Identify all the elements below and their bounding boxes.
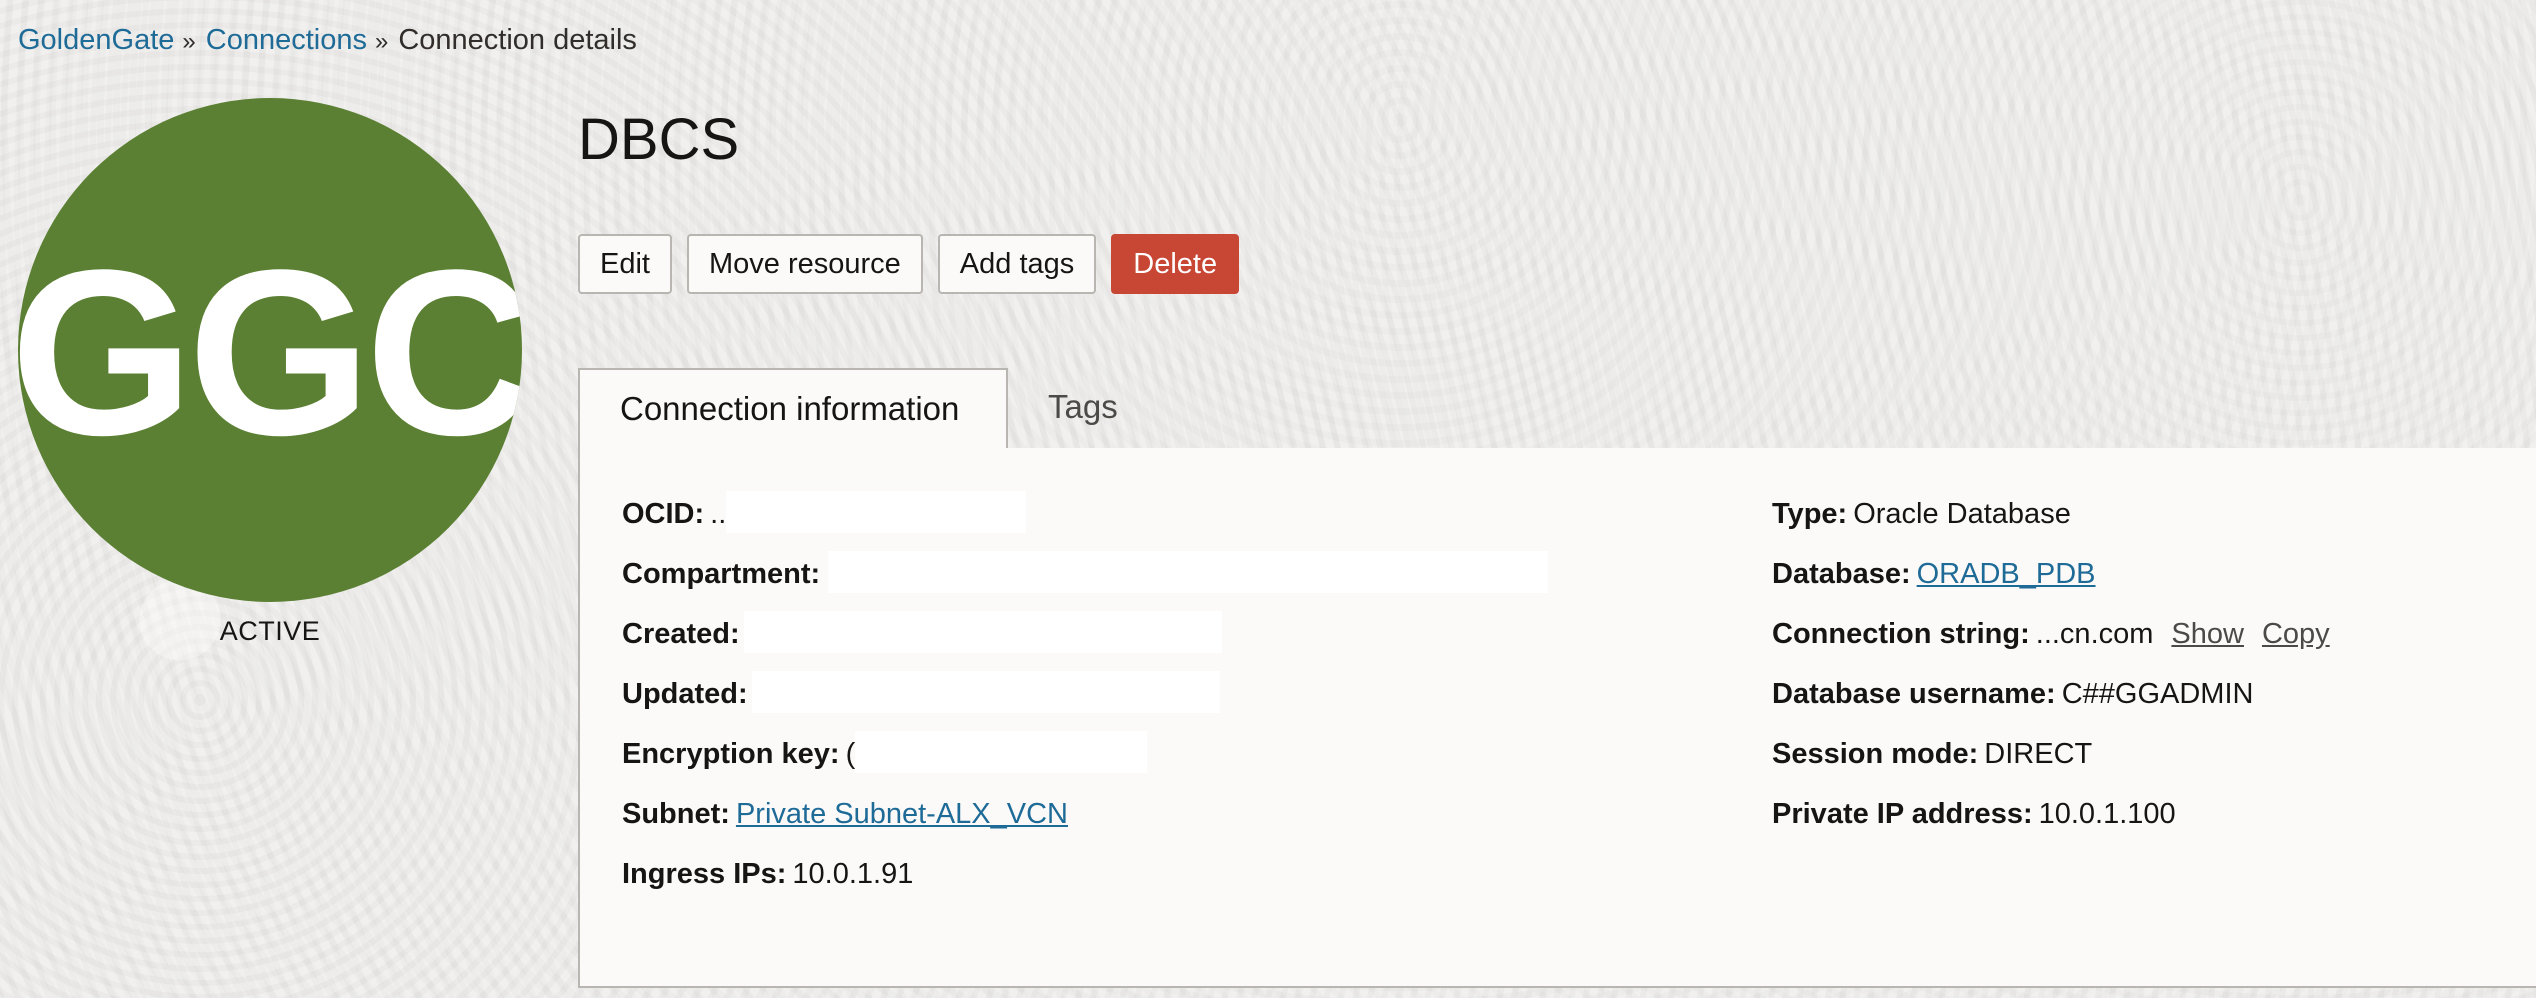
tab-bar: Connection information Tags — [578, 368, 2536, 450]
session-mode-value: DIRECT — [1984, 738, 2093, 770]
breadcrumb-current: Connection details — [398, 24, 637, 56]
breadcrumb-separator: » — [182, 28, 196, 55]
action-toolbar: Edit Move resource Add tags Delete — [578, 234, 1240, 294]
field-type: Type: Oracle Database — [1772, 494, 2330, 554]
private-ip-address-value: 10.0.1.100 — [2038, 798, 2176, 830]
tab-tags[interactable]: Tags — [1008, 368, 1158, 448]
private-ip-address-label: Private IP address: — [1772, 798, 2033, 830]
updated-label: Updated: — [622, 678, 748, 710]
field-created: Created: — [622, 611, 1548, 674]
redacted-area — [726, 491, 1027, 534]
database-label: Database: — [1772, 558, 1911, 590]
breadcrumb-connections[interactable]: Connections — [206, 24, 367, 56]
redacted-area — [855, 731, 1148, 774]
resource-logo: GGC — [18, 98, 522, 602]
ocid-value: .. — [710, 498, 727, 530]
redacted-area — [751, 671, 1220, 714]
field-compartment: Compartment: — [622, 551, 1549, 614]
field-subnet: Subnet: Private Subnet-ALX_VCN — [622, 794, 1548, 854]
database-username-value: C##GGADMIN — [2061, 678, 2254, 710]
breadcrumb-goldengate[interactable]: GoldenGate — [18, 24, 174, 56]
field-ocid: OCID:.. — [622, 491, 1548, 554]
connection-information-panel: OCID:.. Compartment: Created: Updated: E… — [578, 448, 2536, 988]
type-label: Type: — [1772, 498, 1848, 530]
type-value: Oracle Database — [1853, 498, 2071, 530]
field-database: Database: ORADB_PDB — [1772, 554, 2330, 614]
field-connection-string: Connection string: ...cn.com Show Copy — [1772, 614, 2330, 674]
ingress-ips-label: Ingress IPs: — [622, 858, 787, 890]
details-right-column: Type: Oracle Database Database: ORADB_PDB … — [1772, 494, 2330, 854]
field-session-mode: Session mode: DIRECT — [1772, 734, 2330, 794]
created-label: Created: — [622, 618, 740, 650]
subnet-link[interactable]: Private Subnet-ALX_VCN — [736, 798, 1068, 830]
delete-button[interactable]: Delete — [1111, 234, 1240, 294]
resource-logo-text: GGC — [18, 221, 522, 485]
connection-string-label: Connection string: — [1772, 618, 2030, 650]
details-left-column: OCID:.. Compartment: Created: Updated: E… — [622, 491, 1549, 914]
edit-button[interactable]: Edit — [578, 234, 672, 294]
add-tags-button[interactable]: Add tags — [937, 234, 1097, 294]
subnet-label: Subnet: — [622, 798, 730, 830]
status-label: ACTIVE — [219, 616, 321, 646]
compartment-label: Compartment: — [622, 558, 821, 590]
session-mode-label: Session mode: — [1772, 738, 1979, 770]
field-ingress-ips: Ingress IPs: 10.0.1.91 — [622, 854, 1548, 914]
move-resource-button[interactable]: Move resource — [686, 234, 923, 294]
encryption-key-value: ( — [845, 738, 856, 770]
encryption-key-label: Encryption key: — [622, 738, 840, 770]
field-database-username: Database username: C##GGADMIN — [1772, 674, 2330, 734]
show-connection-string-link[interactable]: Show — [2171, 618, 2244, 650]
database-link[interactable]: ORADB_PDB — [1917, 558, 2096, 590]
page-title: DBCS — [578, 107, 740, 172]
ocid-label: OCID: — [622, 498, 705, 530]
connection-string-value: ...cn.com — [2035, 618, 2154, 650]
ingress-ips-value: 10.0.1.91 — [792, 858, 914, 890]
redacted-area — [828, 551, 1549, 594]
copy-connection-string-link[interactable]: Copy — [2262, 618, 2330, 650]
breadcrumb: GoldenGate » Connections » Connection detail… — [18, 20, 637, 62]
field-encryption-key: Encryption key:( — [622, 731, 1548, 794]
tab-connection-information[interactable]: Connection information — [578, 368, 1008, 450]
breadcrumb-separator: » — [374, 28, 389, 55]
field-updated: Updated: — [622, 671, 1548, 734]
redacted-area — [743, 611, 1222, 654]
field-private-ip-address: Private IP address: 10.0.1.100 — [1772, 794, 2330, 854]
database-username-label: Database username: — [1772, 678, 2056, 710]
